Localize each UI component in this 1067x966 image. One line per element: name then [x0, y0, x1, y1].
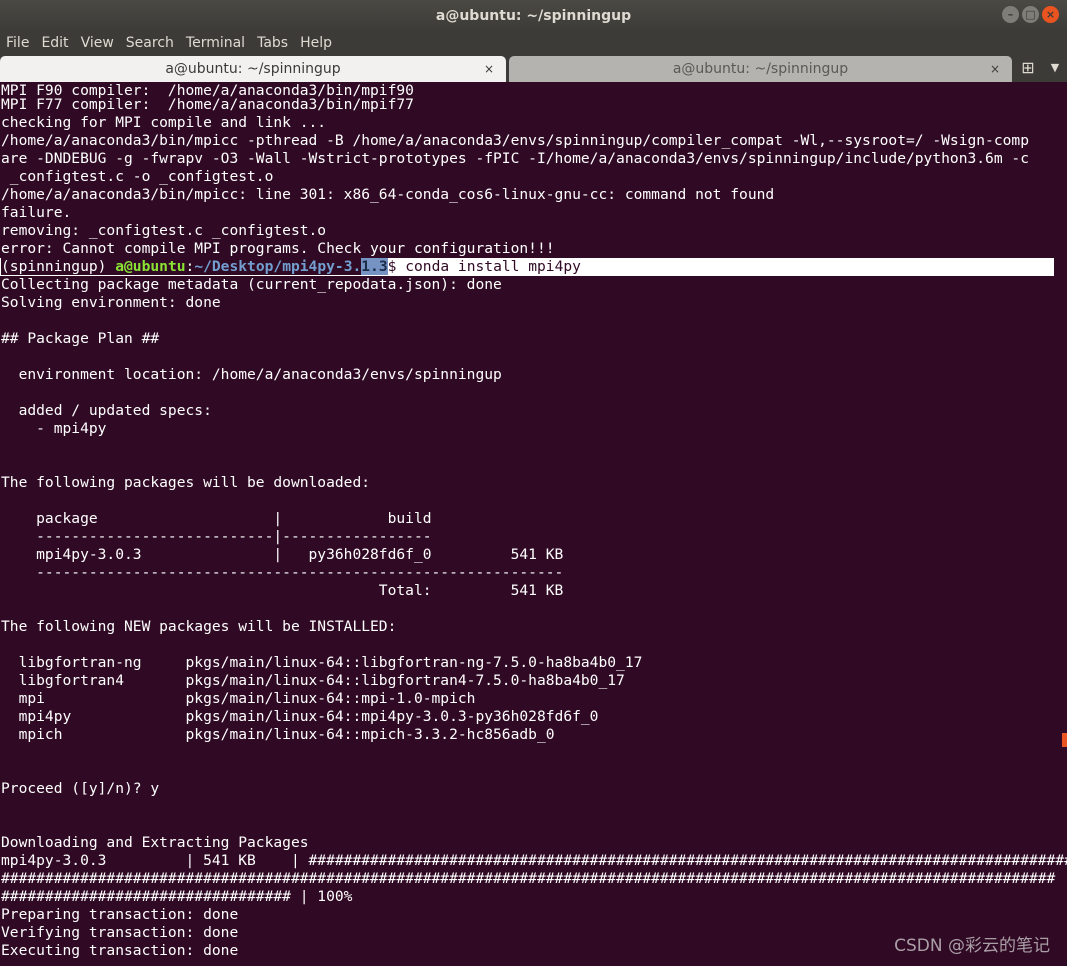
output-line: libgfortran4 pkgs/main/linux-64::libgfor… — [1, 672, 625, 689]
title-bar[interactable]: a@ubuntu: ~/spinningup – □ × — [0, 0, 1067, 32]
output-line: Preparing transaction: done — [1, 906, 239, 923]
menu-tabs[interactable]: Tabs — [251, 35, 294, 51]
output-line: _configtest.c -o _configtest.o — [1, 168, 274, 185]
output-line: failure. — [1, 204, 72, 221]
output-line: are -DNDEBUG -g -fwrapv -O3 -Wall -Wstri… — [1, 150, 1029, 167]
scrollbar-indicator[interactable] — [1062, 733, 1067, 747]
output-line: The following packages will be downloade… — [1, 474, 371, 491]
output-line: Proceed ([y]/n)? y — [1, 780, 160, 797]
chevron-down-icon[interactable]: ▼ — [1047, 58, 1063, 78]
new-tab-icon[interactable]: ⊞ — [1018, 58, 1038, 78]
output-line: ################################# | 100% — [1, 888, 353, 905]
prompt-line: (spinningup) a@ubuntu:~/Desktop/mpi4py-3… — [1, 258, 581, 276]
output-line: ########################################… — [1, 870, 1056, 887]
window-controls: – □ × — [1002, 6, 1059, 26]
output-line: package | build — [1, 510, 432, 527]
output-line: /home/a/anaconda3/bin/mpicc -pthread -B … — [1, 132, 1029, 149]
output-line: mpich pkgs/main/linux-64::mpich-3.3.2-hc… — [1, 726, 555, 743]
output-line: checking for MPI compile and link ... — [1, 114, 327, 131]
output-line: added / updated specs: — [1, 402, 212, 419]
tab-label: a@ubuntu: ~/spinningup — [165, 61, 341, 77]
output-line: Solving environment: done — [1, 294, 221, 311]
output-line: error: Cannot compile MPI programs. Chec… — [1, 240, 555, 257]
output-line: libgfortran-ng pkgs/main/linux-64::libgf… — [1, 654, 643, 671]
output-line: The following NEW packages will be INSTA… — [1, 618, 397, 635]
menu-file[interactable]: File — [0, 35, 35, 51]
prompt-env: (spinningup) — [1, 258, 116, 275]
output-line: removing: _configtest.c _configtest.o — [1, 222, 327, 239]
watermark-text: CSDN @彩云的笔记 — [894, 936, 1050, 956]
menu-help[interactable]: Help — [294, 35, 338, 51]
close-icon[interactable]: × — [1042, 6, 1059, 23]
menu-search[interactable]: Search — [120, 35, 180, 51]
prompt-colon: : — [185, 258, 195, 275]
output-line: Downloading and Extracting Packages — [1, 834, 309, 851]
output-line: ----------------------------------------… — [1, 564, 564, 581]
tab-label: a@ubuntu: ~/spinningup — [672, 61, 849, 77]
terminal-window: a@ubuntu: ~/spinningup – □ × File Edit V… — [0, 0, 1067, 966]
tab-bar: a@ubuntu: ~/spinningup × a@ubuntu: ~/spi… — [0, 54, 1067, 82]
prompt-command: conda install mpi4py — [396, 258, 581, 275]
output-line: ## Package Plan ## — [1, 330, 160, 347]
menu-edit[interactable]: Edit — [35, 35, 74, 51]
minimize-icon[interactable]: – — [1002, 6, 1019, 23]
tab-active[interactable]: a@ubuntu: ~/spinningup × — [0, 56, 506, 82]
maximize-icon[interactable]: □ — [1022, 6, 1039, 23]
prompt-path-selected: 1.3 — [361, 258, 388, 275]
menu-terminal[interactable]: Terminal — [180, 35, 251, 51]
output-line: Collecting package metadata (current_rep… — [1, 276, 502, 293]
output-line: Total: 541 KB — [1, 582, 564, 599]
prompt-user-host: a@ubuntu — [115, 258, 186, 275]
tab-inactive[interactable]: a@ubuntu: ~/spinningup × — [509, 56, 1012, 82]
output-line: MPI F77 compiler: /home/a/anaconda3/bin/… — [1, 96, 414, 113]
output-line: environment location: /home/a/anaconda3/… — [1, 366, 502, 383]
output-line: mpi pkgs/main/linux-64::mpi-1.0-mpich — [1, 690, 476, 707]
output-line: - mpi4py — [1, 420, 107, 437]
output-line: Verifying transaction: done — [1, 924, 239, 941]
menu-bar: File Edit View Search Terminal Tabs Help — [0, 32, 1067, 54]
tab-close-icon[interactable]: × — [990, 56, 1000, 82]
window-title: a@ubuntu: ~/spinningup — [435, 8, 632, 24]
output-line: Executing transaction: done — [1, 942, 239, 959]
output-line: mpi4py-3.0.3 | py36h028fd6f_0 541 KB — [1, 546, 564, 563]
terminal-output[interactable]: MPI F90 compiler: /home/a/anaconda3/bin/… — [0, 82, 1067, 966]
output-line: ---------------------------|------------… — [1, 528, 432, 545]
prompt-path: ~/Desktop/mpi4py-3. — [194, 258, 362, 275]
output-line: mpi4py pkgs/main/linux-64::mpi4py-3.0.3-… — [1, 708, 599, 725]
tab-close-icon[interactable]: × — [484, 56, 494, 82]
menu-view[interactable]: View — [75, 35, 120, 51]
output-line: /home/a/anaconda3/bin/mpicc: line 301: x… — [1, 186, 775, 203]
output-line: mpi4py-3.0.3 | 541 KB | ################… — [1, 852, 1067, 869]
